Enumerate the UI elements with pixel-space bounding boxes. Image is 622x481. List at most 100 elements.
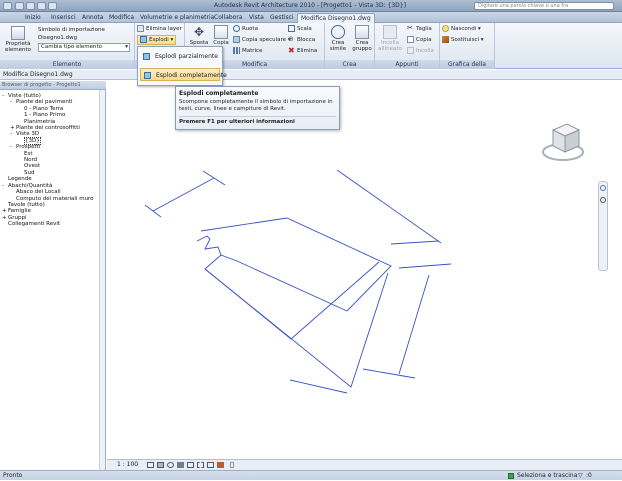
visual-style-icon[interactable]	[157, 462, 164, 468]
dwg-outline	[204, 254, 380, 340]
copy-icon	[214, 25, 228, 39]
panel-label-grafica: Grafica della vista	[440, 60, 494, 77]
menu-item-label: Esplodi parzialmente	[155, 53, 218, 60]
cut-button[interactable]: ✂ Taglia	[407, 25, 432, 33]
properties-icon	[11, 26, 25, 40]
mirror-button[interactable]: Copia speculare ▾	[233, 36, 291, 44]
tree-item-label: Gruppi	[8, 214, 27, 221]
explode-button[interactable]: Esplodi ▾	[137, 35, 177, 45]
tree-item-label: Prospetti	[16, 144, 41, 151]
delete-button[interactable]: ✖ Elimina	[288, 47, 317, 55]
temporary-hide-icon[interactable]	[217, 462, 224, 468]
browser-scrollbar[interactable]	[99, 90, 105, 470]
pin-icon: ⊕	[288, 35, 294, 43]
explode-label: Esplodi	[149, 37, 169, 43]
tab-gestisci[interactable]: Gestisci	[267, 13, 297, 23]
tab-inizio[interactable]: Inizio	[22, 13, 44, 23]
create-group-button[interactable]: Crea gruppo	[350, 25, 374, 52]
properties-button[interactable]: Proprietà elemento	[3, 26, 33, 53]
steering-wheel-icon[interactable]	[600, 185, 606, 191]
browser-tree: - Viste (tutto) - Piante dei pavimenti 0 - P…	[2, 93, 94, 228]
tab-vista[interactable]: Vista	[246, 13, 267, 23]
explode-full-icon	[144, 72, 151, 79]
change-type-dropdown[interactable]: Cambia tipo elemento ▾	[38, 43, 130, 52]
tree-item-label: Collegamenti Revit	[8, 221, 61, 228]
copy-big-button[interactable]: Copia	[211, 25, 231, 46]
view-scale[interactable]: 1 : 100	[117, 461, 138, 468]
tab-modifica[interactable]: Modifica	[106, 13, 137, 23]
undo-icon[interactable]	[37, 2, 46, 10]
override-button[interactable]: Sostituisci ▾	[442, 36, 484, 44]
tree-item[interactable]: Collegamenti Revit	[2, 221, 94, 227]
zoom-icon[interactable]	[600, 197, 606, 203]
panel-crea: Crea simile Crea gruppo Crea	[325, 23, 375, 69]
crop-view-icon[interactable]	[187, 462, 194, 468]
delete-layers-button[interactable]: Elimina layer	[137, 25, 182, 33]
redo-icon[interactable]	[48, 2, 57, 10]
move-button[interactable]: ✥ Sposta	[187, 25, 211, 46]
override-label: Sostituisci	[451, 37, 479, 43]
copy-label: Copia	[416, 37, 432, 43]
drawing-canvas[interactable]	[107, 81, 622, 459]
dwg-line	[336, 169, 442, 244]
rotate-button[interactable]: Ruota	[233, 25, 258, 33]
chevron-down-icon: ▾	[476, 26, 481, 32]
rotate-icon	[233, 25, 240, 32]
crop-region-icon[interactable]	[197, 462, 204, 468]
paste-icon	[407, 47, 414, 54]
tree-item-label: Ovest	[24, 163, 40, 170]
array-button[interactable]: Matrice	[233, 47, 262, 55]
tab-modifica-disegno[interactable]: Modifica Disegno1.dwg	[297, 13, 375, 23]
sun-path-icon[interactable]	[167, 462, 174, 468]
tree-item-label: Piante dei controsoffitti	[16, 125, 80, 132]
tab-volumetrie[interactable]: Volumetrie e planimetria	[137, 13, 217, 23]
change-type-label: Cambia tipo elemento	[41, 44, 103, 50]
scale-button[interactable]: Scala	[288, 25, 312, 33]
menu-item-explode-full[interactable]: Esplodi completamente	[140, 68, 227, 81]
navigation-bar	[598, 181, 608, 271]
detail-level-icon[interactable]	[147, 462, 154, 468]
checkbox-icon[interactable]	[508, 473, 514, 479]
tooltip-title: Esplodi completamente	[179, 90, 259, 97]
move-icon: ✥	[193, 25, 205, 39]
tooltip: Esplodi completamente Scompone completam…	[175, 86, 340, 130]
menu-item-explode-partial[interactable]: Esplodi parzialmente	[140, 50, 220, 63]
chevron-down-icon: ▾	[168, 37, 174, 43]
shadows-icon[interactable]	[177, 462, 184, 468]
dwg-outline	[200, 217, 392, 312]
scissors-icon: ✂	[407, 24, 413, 32]
scroll-icon[interactable]	[230, 462, 234, 468]
paste-aligned-button[interactable]: Incolla allineato	[377, 25, 403, 52]
explode-partial-icon	[143, 53, 150, 60]
properties-label: Proprietà elemento	[4, 41, 32, 53]
tree-item-label: Computo dei materiali muro	[16, 195, 94, 202]
lock-view-icon[interactable]	[207, 462, 214, 468]
ribbon-tabs: Inizio Inserisci Annota Modifica Volumet…	[0, 12, 622, 23]
panel-appunti: Incolla allineato ✂ Taglia Copia Incolla …	[375, 23, 440, 69]
save-icon[interactable]	[26, 2, 35, 10]
open-icon[interactable]	[15, 2, 24, 10]
scale-icon	[288, 25, 295, 32]
pin-button[interactable]: ⊕ Blocca	[288, 36, 315, 44]
app-menu-icon[interactable]	[3, 2, 12, 10]
brush-icon	[442, 36, 449, 43]
explode-icon	[140, 36, 147, 43]
delete-layers-icon	[137, 25, 144, 32]
viewcube[interactable]	[537, 116, 592, 171]
hide-button[interactable]: Nascondi ▾	[442, 25, 481, 33]
create-similar-button[interactable]: Crea simile	[327, 25, 349, 52]
copy-button[interactable]: Copia	[407, 36, 432, 44]
tab-annota[interactable]: Annota	[79, 13, 106, 23]
tab-collabora[interactable]: Collabora	[211, 13, 246, 23]
panel-label-crea: Crea	[325, 60, 374, 69]
project-browser: Browser di progetto - Progetto1 - Viste (…	[0, 81, 106, 470]
mirror-icon	[233, 36, 240, 43]
tree-item-label: 1 - Piano Primo	[24, 112, 66, 119]
window-title: Autodesk Revit Architecture 2010 - [Prog…	[214, 2, 406, 9]
dwg-line	[152, 177, 215, 212]
panel-label-appunti: Appunti	[375, 60, 439, 69]
search-input[interactable]: Digitare una parola chiave o una fra	[474, 2, 614, 10]
paste-button[interactable]: Incolla	[407, 47, 434, 55]
tree-item-label: Sud	[24, 169, 35, 176]
tab-inserisci[interactable]: Inserisci	[48, 13, 79, 23]
